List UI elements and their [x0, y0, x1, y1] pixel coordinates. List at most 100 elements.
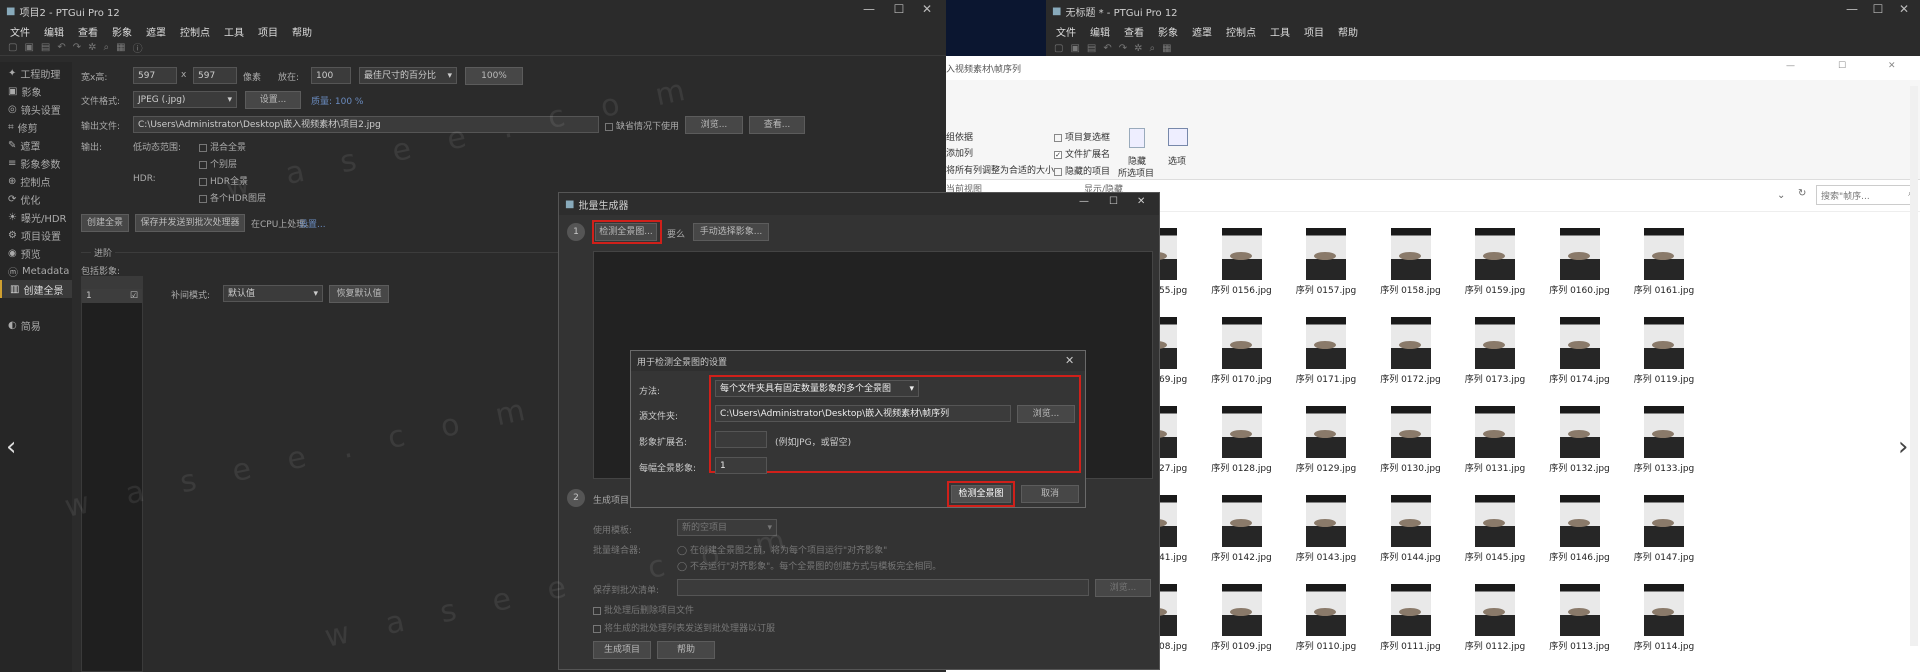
grid-icon[interactable]: ▦: [116, 42, 125, 53]
sidebar-item[interactable]: ⚙ 项目设置: [0, 226, 72, 244]
output-browse-button[interactable]: 浏览...: [685, 116, 743, 134]
add-column-button[interactable]: 添加列: [946, 146, 973, 159]
right-menu-item[interactable]: 查看: [1124, 24, 1144, 39]
close-icon[interactable]: ✕: [1065, 354, 1074, 367]
maximize-icon[interactable]: ☐: [1864, 2, 1892, 16]
help-icon[interactable]: ⓘ: [133, 40, 143, 55]
file-item[interactable]: 序列 0161.jpg: [1622, 228, 1706, 296]
right-menu-item[interactable]: 控制点: [1226, 24, 1256, 39]
sidebar-item[interactable]: ⊕ 控制点: [0, 172, 72, 190]
method-select[interactable]: 每个文件夹具有固定数量影象的多个全景图 ▾: [715, 380, 919, 397]
file-item[interactable]: 序列 0129.jpg: [1284, 406, 1368, 474]
close-icon[interactable]: ✕: [913, 2, 941, 16]
chevron-left-icon[interactable]: ‹: [6, 432, 16, 462]
align-option-1[interactable]: ◯ 在创建全景图之前，将为每个项目运行"对齐影象": [677, 543, 887, 556]
fit-columns-button[interactable]: 将所有列调整为合适的大小: [946, 163, 1054, 176]
sidebar-item[interactable]: ✎ 遮罩: [0, 136, 72, 154]
cancel-button[interactable]: 取消: [1021, 485, 1079, 503]
hide-selected-icon[interactable]: [1129, 128, 1145, 148]
source-folder-input[interactable]: C:\Users\Administrator\Desktop\嵌入视频素材\帧序…: [715, 405, 1011, 422]
grid-icon[interactable]: ▦: [1162, 43, 1171, 54]
close-icon[interactable]: ✕: [1888, 61, 1896, 71]
sidebar-item[interactable]: ▥ 创建全景: [0, 280, 72, 298]
file-item[interactable]: 序列 0160.jpg: [1538, 228, 1622, 296]
left-menu-item[interactable]: 查看: [78, 24, 98, 39]
left-menu-item[interactable]: 文件: [10, 24, 30, 39]
item-checkbox[interactable]: 项目复选框: [1054, 130, 1110, 143]
ext-input[interactable]: [715, 431, 767, 448]
interp-select[interactable]: 默认值 ▾: [223, 285, 323, 302]
sidebar-item[interactable]: ⌗ 修剪: [0, 118, 72, 136]
save-list-browse-button[interactable]: 浏览...: [1095, 579, 1151, 597]
scale-select[interactable]: 最佳尺寸的百分比 ▾: [359, 67, 457, 84]
sidebar-item[interactable]: ◐ 简易: [0, 316, 72, 334]
sidebar-item[interactable]: ⟳ 优化: [0, 190, 72, 208]
open-icon[interactable]: ▣: [1070, 43, 1079, 54]
sidebar-item[interactable]: ≡ 影象参数: [0, 154, 72, 172]
new-icon[interactable]: ▢: [1054, 43, 1063, 54]
file-item[interactable]: 序列 0170.jpg: [1200, 317, 1284, 385]
image-list[interactable]: 1 ☑: [81, 276, 143, 672]
save-list-input[interactable]: [677, 579, 1089, 596]
send-batch-checkbox[interactable]: 将生成的批处理列表发送到批处理器以订服: [593, 621, 775, 634]
maximize-icon[interactable]: ☐: [1109, 196, 1118, 207]
sidebar-item[interactable]: ☀ 曝光/HDR: [0, 208, 72, 226]
undo-icon[interactable]: ↶: [1103, 43, 1111, 54]
file-item[interactable]: 序列 0111.jpg: [1369, 584, 1453, 652]
options-label[interactable]: 选项: [1168, 154, 1186, 167]
scale-percent-button[interactable]: 100%: [465, 67, 523, 85]
output-view-button[interactable]: 查看...: [749, 116, 805, 134]
file-item[interactable]: 序列 0174.jpg: [1538, 317, 1622, 385]
right-menu-item[interactable]: 帮助: [1338, 24, 1358, 39]
right-menu-item[interactable]: 文件: [1056, 24, 1076, 39]
maximize-icon[interactable]: ☐: [1838, 61, 1846, 71]
sidebar-item[interactable]: ▣ 影象: [0, 82, 72, 100]
file-item[interactable]: 序列 0173.jpg: [1453, 317, 1537, 385]
minimize-icon[interactable]: —: [1786, 61, 1795, 71]
right-menu-item[interactable]: 编辑: [1090, 24, 1110, 39]
format-select[interactable]: JPEG (.jpg) ▾: [133, 91, 237, 108]
left-menu-item[interactable]: 控制点: [180, 24, 210, 39]
file-item[interactable]: 序列 0171.jpg: [1284, 317, 1368, 385]
chevron-right-icon[interactable]: ›: [1898, 432, 1908, 462]
file-item[interactable]: 序列 0143.jpg: [1284, 495, 1368, 563]
left-menu-item[interactable]: 遮罩: [146, 24, 166, 39]
left-menu-item[interactable]: 帮助: [292, 24, 312, 39]
width-input[interactable]: 597: [133, 67, 177, 84]
save-icon[interactable]: ▤: [1087, 43, 1096, 54]
file-item[interactable]: 序列 0133.jpg: [1622, 406, 1706, 474]
open-icon[interactable]: ▣: [24, 42, 33, 53]
hdr-layers-checkbox[interactable]: 各个HDR图层: [199, 191, 266, 204]
generate-projects-button[interactable]: 生成项目: [593, 641, 651, 659]
create-panorama-button[interactable]: 创建全景: [81, 214, 129, 232]
file-extension-checkbox[interactable]: ✓ 文件扩展名: [1054, 147, 1110, 160]
right-menu-item[interactable]: 影象: [1158, 24, 1178, 39]
delete-after-checkbox[interactable]: 批处理后删除项目文件: [593, 603, 694, 616]
file-item[interactable]: 序列 0119.jpg: [1622, 317, 1706, 385]
template-select[interactable]: 新的空项目 ▾: [677, 519, 777, 536]
right-menu-item[interactable]: 遮罩: [1192, 24, 1212, 39]
zoom-icon[interactable]: ⌕: [104, 42, 110, 53]
left-menu-item[interactable]: 编辑: [44, 24, 64, 39]
options-icon[interactable]: [1168, 128, 1188, 146]
file-item[interactable]: 序列 0159.jpg: [1453, 228, 1537, 296]
output-path-input[interactable]: C:\Users\Administrator\Desktop\嵌入视频素材\项目…: [133, 116, 599, 133]
sidebar-item[interactable]: ◉ 预览: [0, 244, 72, 262]
default-use-checkbox[interactable]: 缺省情况下使用: [605, 119, 679, 132]
left-menu-item[interactable]: 影象: [112, 24, 132, 39]
restore-default-button[interactable]: 恢复默认值: [329, 285, 389, 303]
undo-icon[interactable]: ↶: [57, 42, 65, 53]
height-input[interactable]: 597: [193, 67, 237, 84]
search-input[interactable]: 搜索"帧序...⌕: [1816, 185, 1918, 205]
close-icon[interactable]: ✕: [1137, 196, 1145, 207]
hdr-blend-checkbox[interactable]: HDR全景: [199, 174, 248, 187]
file-item[interactable]: 序列 0144.jpg: [1369, 495, 1453, 563]
left-menu-item[interactable]: 项目: [258, 24, 278, 39]
blend-checkbox[interactable]: 混合全景: [199, 140, 246, 153]
hidden-items-checkbox[interactable]: 隐藏的项目: [1054, 164, 1110, 177]
manual-select-button[interactable]: 手动选择影象...: [693, 223, 769, 241]
file-item[interactable]: 序列 0130.jpg: [1369, 406, 1453, 474]
redo-icon[interactable]: ↷: [73, 42, 81, 53]
gear-icon[interactable]: ✲: [88, 42, 96, 53]
help-button[interactable]: 帮助: [657, 641, 715, 659]
